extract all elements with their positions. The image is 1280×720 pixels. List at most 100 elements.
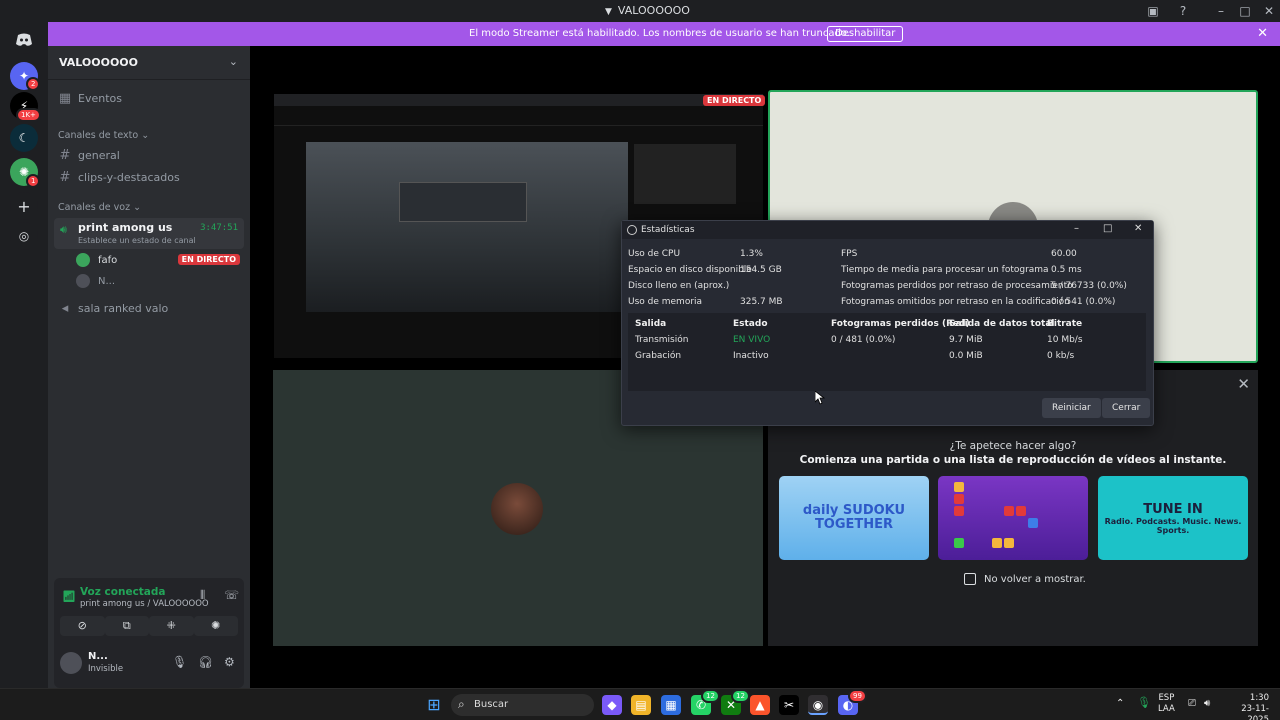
copilot-icon[interactable]: ◆: [602, 695, 622, 715]
volume-icon[interactable]: 🔊︎: [1204, 698, 1210, 709]
obs-window: [399, 182, 527, 222]
streamer-mode-banner: El modo Streamer está habilitado. Los no…: [48, 22, 1280, 46]
reset-button[interactable]: Reiniciar: [1042, 398, 1101, 418]
camera-off-icon[interactable]: ⊘: [60, 616, 105, 636]
taskbar-search[interactable]: ⌕ Buscar: [451, 694, 594, 716]
stat-label: Disco lleno en (aprox.): [628, 281, 730, 291]
voice-user-name: fafo: [98, 254, 118, 266]
windows-start-icon[interactable]: ⊞: [424, 695, 444, 715]
gear-icon[interactable]: ⚙: [224, 655, 235, 669]
close-dialog-button[interactable]: Cerrar: [1102, 398, 1151, 418]
help-icon[interactable]: ?: [1175, 3, 1191, 19]
headphones-icon[interactable]: 🎧︎: [198, 655, 213, 669]
voice-channel[interactable]: ◂ sala ranked valo: [56, 298, 244, 318]
channel-status[interactable]: Establece un estado de canal: [78, 236, 196, 245]
text-category[interactable]: Canales de texto ⌄: [58, 130, 149, 141]
stat-label: FPS: [841, 249, 858, 259]
brave-icon[interactable]: ▲: [750, 695, 770, 715]
voice-user[interactable]: fafo EN DIRECTO: [76, 251, 240, 269]
activity-card-sudoku[interactable]: daily SUDOKU TOGETHER: [779, 476, 929, 560]
voice-channel-active[interactable]: 🔊︎ print among us 3:47:51 Establece un e…: [54, 218, 244, 249]
screen-share-icon[interactable]: ⧉: [104, 616, 149, 636]
window-title[interactable]: ▼ VALOOOOOO: [605, 4, 690, 17]
dont-show-again[interactable]: No volver a mostrar.: [964, 573, 1086, 585]
badge: 1K+: [16, 108, 41, 122]
chevron-up-icon[interactable]: ⌃: [1116, 698, 1124, 709]
stat-label: Uso de memoria: [628, 297, 703, 307]
live-badge: EN DIRECTO: [177, 254, 240, 265]
badge: 12: [731, 689, 750, 703]
stat-value: 0 / 541 (0.0%): [1051, 297, 1116, 307]
close-window-button[interactable]: ✕: [1261, 3, 1277, 19]
file-explorer-icon[interactable]: ▤: [631, 695, 651, 715]
disconnect-icon[interactable]: ☏: [224, 588, 239, 602]
activities-icon[interactable]: ⁜: [149, 616, 194, 636]
add-server-icon[interactable]: +: [10, 192, 38, 220]
table-cell: EN VIVO: [733, 335, 771, 345]
dialog-title: Estadísticas: [641, 225, 695, 235]
maximize-button[interactable]: □: [1103, 223, 1112, 234]
close-icon[interactable]: ✕: [1257, 26, 1268, 41]
table-cell: 0 / 481 (0.0%): [831, 335, 896, 345]
minimize-button[interactable]: –: [1074, 223, 1079, 234]
close-button[interactable]: ✕: [1134, 223, 1142, 234]
voice-tools: ⊘ ⧉ ⁜ ✺: [60, 616, 238, 636]
block-shape: [954, 506, 964, 516]
activity-card-title: daily SUDOKU TOGETHER: [802, 503, 906, 532]
voice-connected-subtitle[interactable]: print among us / VALOOOOOO: [80, 599, 209, 609]
close-icon[interactable]: ✕: [1237, 375, 1250, 393]
mic-icon[interactable]: 🎙︎: [172, 655, 187, 669]
table-cell: Inactivo: [733, 351, 769, 361]
voice-connected-title[interactable]: Voz conectada: [80, 586, 166, 598]
clock[interactable]: 1:30 23-11-2025: [1225, 693, 1269, 720]
badge: 1: [26, 174, 41, 188]
server-header[interactable]: VALOOOOOO ⌄: [48, 46, 250, 80]
disable-streamer-button[interactable]: Deshabilitar: [827, 26, 904, 42]
obs-icon: [627, 225, 637, 235]
mic-tray-icon[interactable]: 🎙︎: [1137, 697, 1151, 708]
discover-icon[interactable]: ◎: [10, 222, 38, 250]
voice-channel-label: sala ranked valo: [78, 301, 169, 315]
block-shape: [954, 538, 964, 548]
channel-clips[interactable]: # clips-y-destacados: [56, 167, 244, 187]
activity-card-blocks[interactable]: [938, 476, 1088, 560]
dialog-titlebar[interactable]: Estadísticas – □ ✕: [622, 221, 1153, 239]
hash-icon: #: [59, 169, 71, 185]
language-indicator[interactable]: ESP LAA: [1158, 693, 1175, 715]
block-shape: [1016, 506, 1026, 516]
block-shape: [992, 538, 1002, 548]
checkbox[interactable]: [964, 573, 976, 585]
badge: 99: [848, 689, 867, 703]
table-cell: 0.0 MiB: [949, 351, 983, 361]
activity-subtitle: Comienza una partida o una lista de repr…: [799, 454, 1227, 466]
discord-home-icon[interactable]: [10, 26, 38, 54]
stat-label: Uso de CPU: [628, 249, 681, 259]
inbox-icon[interactable]: ▣: [1145, 3, 1161, 19]
voice-timer: 3:47:51: [200, 223, 238, 233]
channel-label: general: [78, 148, 120, 162]
activity-question: ¿Te apetece hacer algo?: [949, 440, 1077, 452]
avatar[interactable]: [60, 652, 82, 674]
events-item[interactable]: ▦ Eventos: [56, 88, 244, 108]
voice-user[interactable]: N...: [76, 272, 240, 290]
block-shape: [1028, 518, 1038, 528]
noise-suppression-icon[interactable]: ⦀: [200, 588, 205, 603]
block-shape: [954, 482, 964, 492]
browser-tabs: [274, 94, 763, 106]
soundboard-icon[interactable]: ✺: [193, 616, 238, 636]
capcut-icon[interactable]: ✂: [779, 695, 799, 715]
maximize-button[interactable]: □: [1237, 3, 1253, 19]
network-icon[interactable]: ⎚: [1188, 698, 1196, 709]
obs-taskbar-icon[interactable]: ◉: [808, 695, 828, 715]
table-cell: 10 Mb/s: [1047, 335, 1083, 345]
block-shape: [1004, 538, 1014, 548]
activity-card-tunein[interactable]: TUNE IN Radio. Podcasts. Music. News. Sp…: [1098, 476, 1248, 560]
block-shape: [1004, 506, 1014, 516]
channel-general[interactable]: # general: [56, 145, 244, 165]
minimize-button[interactable]: –: [1213, 3, 1229, 19]
server-icon-3[interactable]: ☾: [10, 124, 38, 152]
store-icon[interactable]: ▦: [661, 695, 681, 715]
voice-category[interactable]: Canales de voz ⌄: [58, 202, 141, 213]
user-name[interactable]: N...: [88, 651, 108, 662]
text-category-label: Canales de texto: [58, 130, 139, 141]
